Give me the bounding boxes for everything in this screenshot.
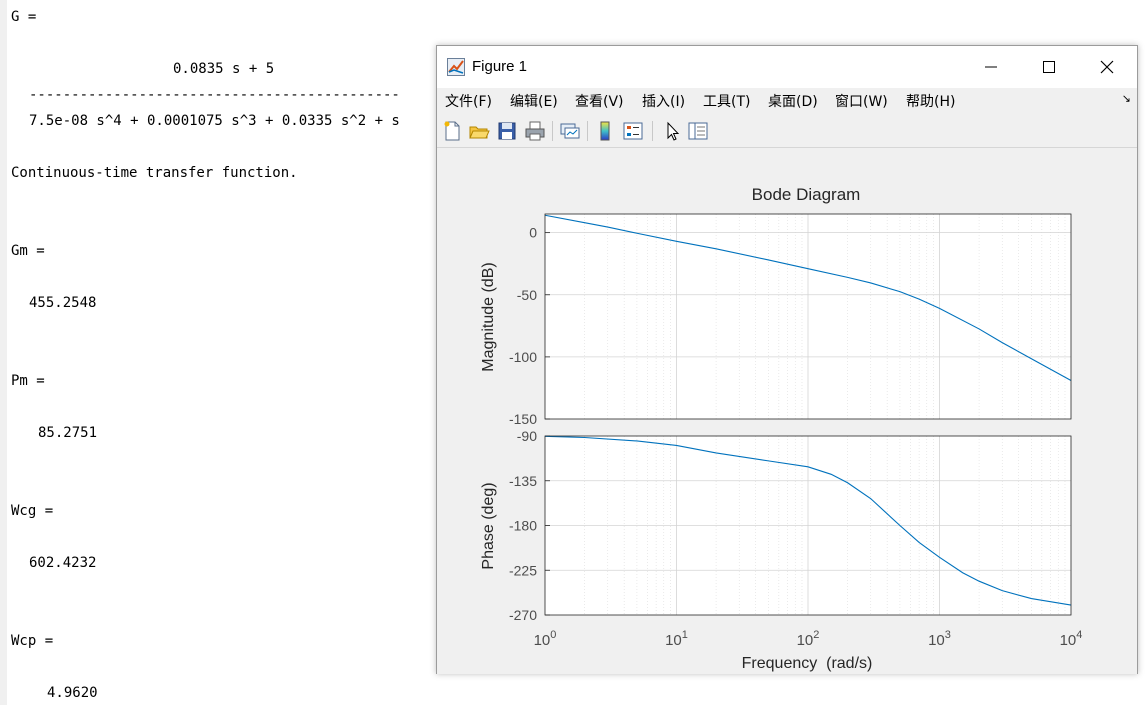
left-gutter	[0, 0, 7, 705]
chart-title: Bode Diagram	[752, 185, 861, 204]
menu-view[interactable]: 查看(V)	[575, 93, 624, 111]
maximize-button[interactable]	[1020, 46, 1078, 88]
tf-numerator: 0.0835 s + 5	[173, 61, 275, 77]
legend-icon[interactable]	[622, 120, 644, 142]
figure-titlebar[interactable]: Figure 1	[437, 46, 1137, 88]
close-button[interactable]	[1078, 46, 1136, 88]
menu-file[interactable]: 文件(F)	[445, 93, 492, 111]
maximize-icon	[1043, 61, 1055, 73]
phase-ytick-label: -180	[509, 518, 537, 534]
new-figure-icon[interactable]	[441, 120, 463, 142]
magnitude-ylabel: Magnitude (dB)	[480, 262, 497, 371]
tf-denominator: 7.5e-08 s^4 + 0.0001075 s^3 + 0.0335 s^2…	[29, 113, 400, 129]
dock-arrow-icon[interactable]: ↘	[1122, 92, 1131, 105]
save-icon[interactable]	[496, 120, 518, 142]
menu-bar: 文件(F) 编辑(E) 查看(V) 插入(I) 工具(T) 桌面(D) 窗口(W…	[437, 88, 1137, 115]
gm-label: Gm =	[11, 243, 45, 259]
wcp-value: 4.9620	[47, 685, 98, 701]
gm-value: 455.2548	[29, 295, 97, 311]
figure-toolbar	[437, 115, 1137, 148]
figure-window[interactable]: Figure 1 文件(F) 编辑(E) 查看(V) 插入(I) 工具(T) 桌…	[436, 45, 1138, 674]
phase-ytick-label: -270	[509, 607, 537, 623]
menu-desktop[interactable]: 桌面(D)	[768, 93, 818, 111]
edit-plot-arrow-icon[interactable]	[661, 120, 683, 142]
phase-ytick-label: -135	[509, 473, 537, 489]
plot-area[interactable]: Bode Diagram 0 -50 -100 -150 -90 -135 -180 -22…	[437, 148, 1137, 674]
figure-title: Figure 1	[472, 58, 528, 75]
toolbar-separator	[552, 121, 553, 141]
phase-ytick-label: -90	[517, 428, 537, 444]
open-file-icon[interactable]	[468, 120, 490, 142]
toolbar-separator	[587, 121, 588, 141]
print-icon[interactable]	[524, 120, 546, 142]
tf-fraction-bar: ----------------------------------------…	[29, 87, 400, 103]
minimize-button[interactable]	[962, 46, 1020, 88]
pm-label: Pm =	[11, 373, 45, 389]
minimize-icon	[985, 66, 997, 68]
wcg-value: 602.4232	[29, 555, 97, 571]
magnitude-ytick-label: -100	[509, 349, 537, 365]
magnitude-ytick-label: -50	[517, 287, 537, 303]
wcg-label: Wcg =	[11, 503, 54, 519]
menu-window[interactable]: 窗口(W)	[835, 93, 888, 111]
matlab-figure-icon	[447, 58, 465, 76]
tf-note: Continuous-time transfer function.	[11, 165, 298, 181]
g-label: G =	[11, 9, 37, 25]
toolbar-separator	[652, 121, 653, 141]
menu-edit[interactable]: 编辑(E)	[510, 93, 558, 111]
link-plot-icon[interactable]	[559, 120, 581, 142]
menu-insert[interactable]: 插入(I)	[642, 93, 685, 111]
menu-help[interactable]: 帮助(H)	[906, 93, 955, 111]
bode-chart[interactable]: Bode Diagram 0 -50 -100 -150 -90 -135 -180 -22…	[437, 148, 1137, 674]
property-inspector-icon[interactable]	[687, 120, 709, 142]
magnitude-ytick-label: -150	[509, 411, 537, 427]
menu-tools[interactable]: 工具(T)	[703, 93, 750, 111]
colorbar-icon[interactable]	[594, 120, 616, 142]
phase-ylabel: Phase (deg)	[480, 482, 497, 569]
magnitude-axes[interactable]: 0 -50 -100 -150	[509, 213, 1072, 427]
frequency-xlabel: Frequency (rad/s)	[742, 655, 873, 672]
close-icon	[1100, 60, 1114, 74]
pm-value: 85.2751	[38, 425, 98, 441]
magnitude-ytick-label: 0	[529, 225, 537, 241]
phase-ytick-label: -225	[509, 562, 537, 578]
wcp-label: Wcp =	[11, 633, 54, 649]
